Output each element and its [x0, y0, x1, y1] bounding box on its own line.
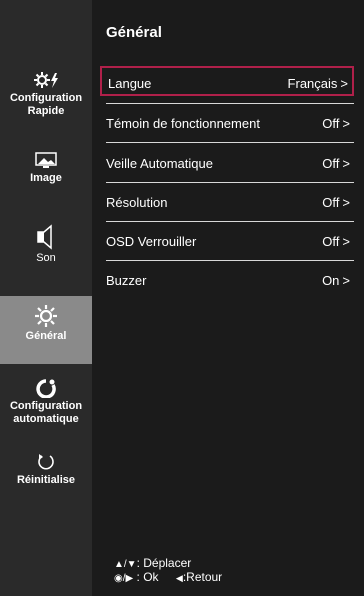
footer-hint-ok-back: ◉/▶ : Ok ◀:Retour — [114, 570, 223, 584]
row-label: Buzzer — [106, 273, 147, 288]
osd-window: Configuration Rapide Image Son Général C… — [0, 0, 364, 596]
chevron-right-icon: > — [342, 234, 350, 249]
up-down-keys-icon: ▲/▼ — [114, 559, 137, 570]
image-icon — [35, 152, 57, 168]
sidebar-label-line2: automatique — [13, 413, 79, 425]
sidebar-label-line1: Réinitialise — [16, 474, 76, 486]
gear-icon — [35, 305, 57, 327]
divider — [106, 103, 354, 104]
row-value: On > — [322, 273, 350, 288]
chevron-right-icon: > — [342, 195, 350, 210]
sidebar-label-line1: Son — [36, 252, 56, 264]
menu-row-resolution[interactable]: Résolution Off > — [100, 187, 354, 217]
row-label: Langue — [108, 76, 152, 91]
menu-row-auto-standby[interactable]: Veille Automatique Off > — [100, 148, 354, 178]
divider — [106, 221, 354, 222]
chevron-right-icon: > — [342, 156, 350, 171]
menu-row-power-indicator[interactable]: Témoin de fonctionnement Off > — [100, 108, 354, 138]
row-label: Veille Automatique — [106, 156, 213, 171]
row-value: Off > — [322, 156, 350, 171]
sidebar: Configuration Rapide Image Son Général C… — [0, 0, 92, 596]
menu-row-buzzer[interactable]: Buzzer On > — [100, 265, 354, 295]
auto-config-icon — [36, 379, 56, 398]
row-label: Résolution — [106, 195, 168, 210]
row-label: OSD Verrouiller — [106, 234, 197, 249]
left-key-icon: ◀ — [175, 573, 183, 583]
speaker-icon — [37, 224, 52, 250]
sidebar-item-image[interactable]: Image — [0, 152, 92, 192]
divider — [106, 260, 354, 261]
chevron-right-icon: > — [340, 76, 348, 91]
chevron-right-icon: > — [342, 273, 350, 288]
footer-hint-move: ▲/▼: Déplacer — [114, 556, 192, 570]
sidebar-item-reset[interactable]: Réinitialise — [0, 452, 92, 492]
chevron-right-icon: > — [342, 116, 350, 131]
sidebar-label-line1: Image — [30, 172, 62, 184]
sidebar-item-general[interactable]: Général — [0, 296, 92, 364]
sidebar-label-line1: Configuration — [9, 92, 83, 104]
menu-row-language[interactable]: Langue Français > — [100, 66, 354, 96]
page-title: Général — [106, 24, 162, 41]
reset-icon — [38, 454, 54, 470]
sidebar-label-line2: Rapide — [27, 105, 65, 117]
row-value: Français > — [287, 76, 348, 91]
ok-right-keys-icon: ◉/▶ — [114, 573, 134, 584]
sidebar-item-quick-settings[interactable]: Configuration Rapide — [0, 70, 92, 124]
row-value: Off > — [322, 234, 350, 249]
row-value: Off > — [322, 195, 350, 210]
sidebar-item-auto-config[interactable]: Configuration automatique — [0, 378, 92, 430]
menu-row-osd-lock[interactable]: OSD Verrouiller Off > — [100, 226, 354, 256]
sidebar-label-line1: Général — [25, 330, 67, 342]
quick-settings-icon — [34, 72, 58, 88]
row-value: Off > — [322, 116, 350, 131]
divider — [106, 142, 354, 143]
main-panel: Général Langue Français > Témoin de fonct… — [92, 0, 364, 596]
divider — [106, 182, 354, 183]
row-label: Témoin de fonctionnement — [106, 116, 260, 131]
sidebar-item-sound[interactable]: Son — [0, 224, 92, 270]
sidebar-label-line1: Configuration — [9, 400, 83, 412]
